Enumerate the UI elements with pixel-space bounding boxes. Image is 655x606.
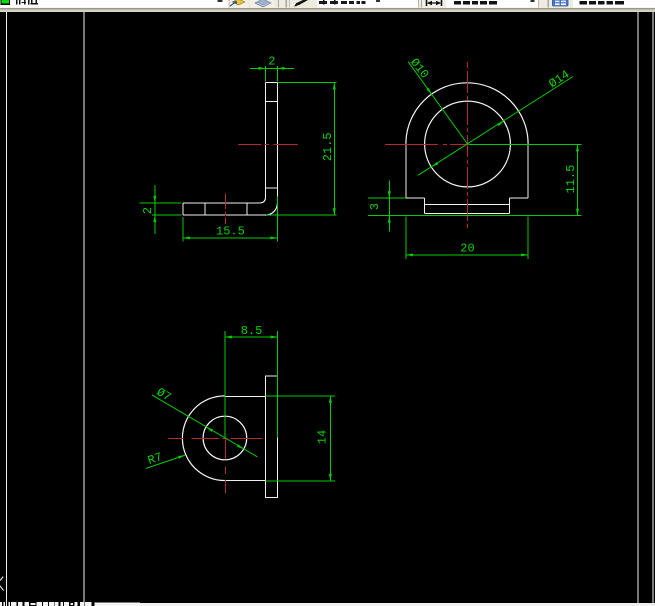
svg-text:2: 2 xyxy=(268,54,275,68)
svg-text:Ø14: Ø14 xyxy=(546,68,572,92)
svg-text:20: 20 xyxy=(460,241,474,255)
svg-text:8.5: 8.5 xyxy=(241,324,263,338)
svg-text:Ø10: Ø10 xyxy=(407,56,431,82)
svg-text:15.5: 15.5 xyxy=(216,225,245,239)
svg-text:2: 2 xyxy=(141,207,155,214)
svg-text:3: 3 xyxy=(368,203,382,210)
svg-text:R7: R7 xyxy=(146,450,164,468)
svg-text:11.5: 11.5 xyxy=(564,165,578,194)
svg-text:14: 14 xyxy=(316,430,330,444)
svg-text:21.5: 21.5 xyxy=(321,132,335,161)
svg-text:Ø7: Ø7 xyxy=(154,385,174,404)
